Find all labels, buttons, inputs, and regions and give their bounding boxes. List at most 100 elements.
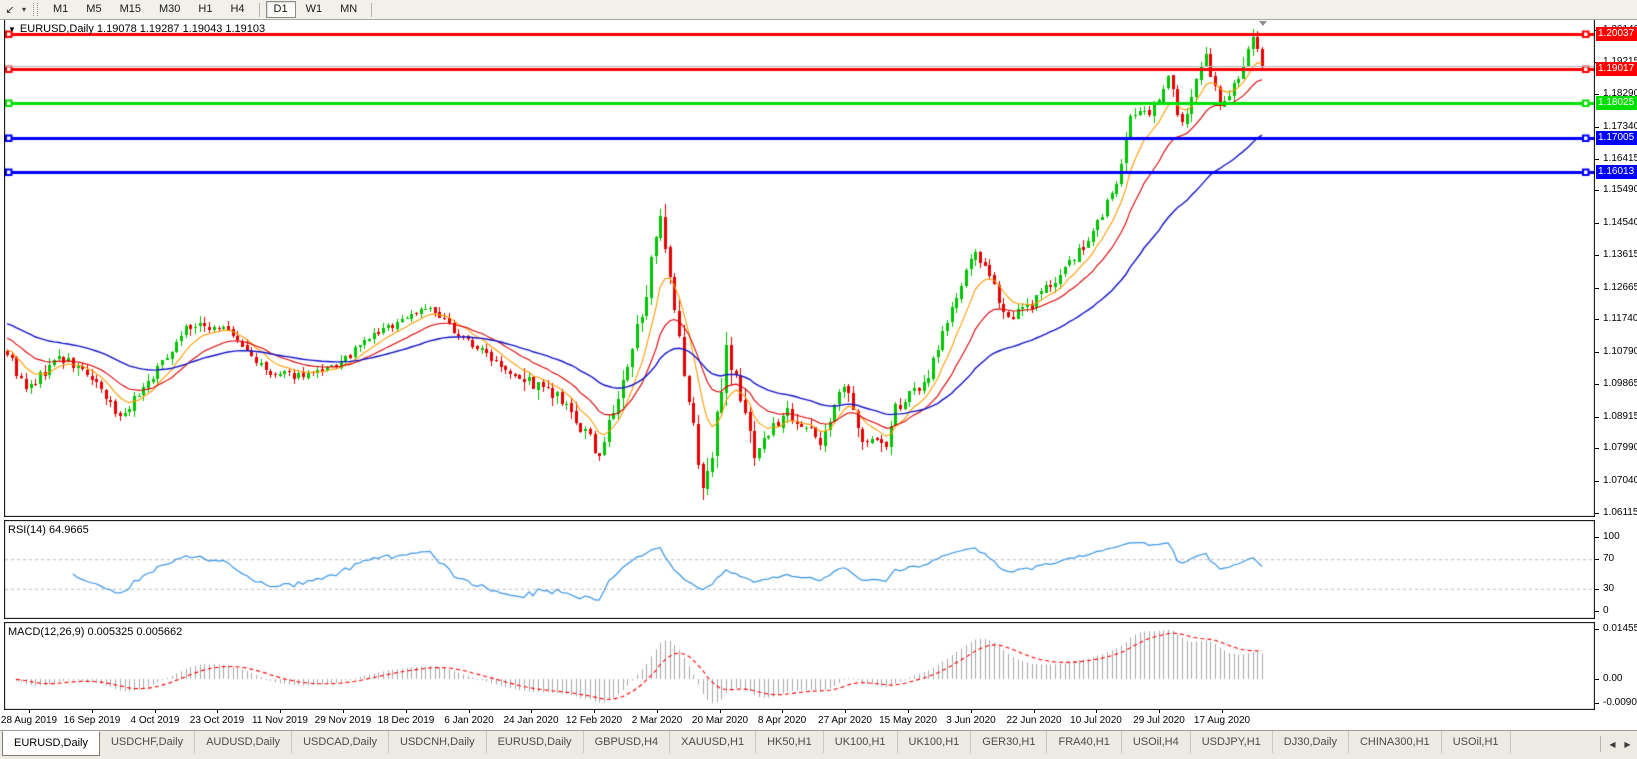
price-tick — [1595, 223, 1599, 224]
chart-tab-china300-h1[interactable]: CHINA300,H1 — [1349, 731, 1442, 753]
date-label: 16 Sep 2019 — [63, 715, 121, 726]
timeframe-button-m5[interactable]: M5 — [78, 1, 109, 18]
timeframe-button-h1[interactable]: H1 — [190, 1, 220, 18]
timeframe-button-m30[interactable]: M30 — [151, 1, 188, 18]
date-label: 8 Apr 2020 — [757, 715, 807, 726]
chart-tab-eurusd-daily[interactable]: EURUSD,Daily — [487, 731, 584, 753]
rsi-tick-label: 100 — [1603, 531, 1620, 542]
tab-scroll-right-icon[interactable]: ▶ — [1620, 735, 1635, 753]
chart-tab-usoil-h4[interactable]: USOil,H4 — [1122, 731, 1191, 753]
rsi-tick-label: 70 — [1603, 553, 1615, 564]
chart-tab-bar: EURUSD,Daily USDCHF,Daily AUDUSD,Daily USDC… — [0, 730, 1637, 759]
chart-shift-marker-icon[interactable] — [1259, 21, 1267, 26]
price-tick — [1595, 448, 1599, 449]
date-label: 17 Aug 2020 — [1193, 715, 1251, 726]
chart-tabs: EURUSD,Daily USDCHF,Daily AUDUSD,Daily USDC… — [0, 731, 1511, 756]
price-tick-label: 1.13615 — [1603, 249, 1637, 260]
price-axis[interactable]: 1.201401.192151.182901.173401.164151.154… — [1595, 20, 1637, 712]
date-tick — [92, 710, 93, 713]
rsi-tick — [1595, 559, 1599, 560]
price-tick-label: 1.16415 — [1603, 153, 1637, 164]
price-tick — [1595, 190, 1599, 191]
date-label: 22 Jun 2020 — [1006, 715, 1062, 726]
macd-indicator-pane[interactable] — [4, 622, 1595, 710]
chart-tab-ger30-h1[interactable]: GER30,H1 — [971, 731, 1048, 753]
chart-tab-hk50-h1[interactable]: HK50,H1 — [756, 731, 824, 753]
date-label: 4 Oct 2019 — [130, 715, 180, 726]
date-tick — [594, 710, 595, 713]
date-tick — [1096, 710, 1097, 713]
timeframe-button-mn[interactable]: MN — [332, 1, 365, 18]
date-label: 28 Aug 2019 — [0, 715, 58, 726]
date-tick — [217, 710, 218, 713]
macd-tick — [1595, 703, 1599, 704]
price-tick — [1595, 94, 1599, 95]
rsi-tick — [1595, 537, 1599, 538]
toolbar: ↙ ▾ M1 M5 M15 M30 H1 H4 D1 W1 MN — [0, 0, 1637, 20]
time-axis[interactable]: 28 Aug 2019 16 Sep 2019 4 Oct 2019 23 Oct 2… — [0, 710, 1637, 730]
price-tick-label: 1.10790 — [1603, 346, 1637, 357]
chart-tab-usdjpy-h1[interactable]: USDJPY,H1 — [1191, 731, 1273, 753]
hline-price-badge: 1.17005 — [1596, 131, 1637, 145]
chart-title: ▼ EURUSD,Daily 1.19078 1.19287 1.19043 1.… — [8, 23, 265, 35]
chart-tab-eurusd-daily[interactable]: EURUSD,Daily — [2, 731, 100, 756]
chart-tab-usoil-h1[interactable]: USOil,H1 — [1442, 731, 1511, 753]
date-label: 29 Nov 2019 — [314, 715, 372, 726]
chart-tab-fra40-h1[interactable]: FRA40,H1 — [1047, 731, 1122, 753]
date-tick — [531, 710, 532, 713]
price-tick-label: 1.09865 — [1603, 378, 1637, 389]
chart-tab-uk100-h1[interactable]: UK100,H1 — [824, 731, 898, 753]
timeframe-button-h4[interactable]: H4 — [222, 1, 252, 18]
date-tick — [29, 710, 30, 713]
rsi-tick — [1595, 589, 1599, 590]
rsi-tick — [1595, 611, 1599, 612]
chart-tab-audusd-daily[interactable]: AUDUSD,Daily — [195, 731, 293, 753]
macd-tick — [1595, 629, 1599, 630]
date-tick — [155, 710, 156, 713]
timeframe-button-m1[interactable]: M1 — [45, 1, 76, 18]
price-tick — [1595, 417, 1599, 418]
chart-tab-usdcad-daily[interactable]: USDCAD,Daily — [292, 731, 390, 753]
toolbar-grip — [33, 3, 38, 16]
hline-price-badge: 1.20037 — [1596, 27, 1637, 41]
chart-tab-uk100-h1[interactable]: UK100,H1 — [898, 731, 972, 753]
date-tick — [343, 710, 344, 713]
chart-tab-dj30-daily[interactable]: DJ30,Daily — [1273, 731, 1349, 753]
price-tick-label: 1.08915 — [1603, 411, 1637, 422]
chart-tab-usdchf-daily[interactable]: USDCHF,Daily — [100, 731, 196, 753]
chart-tab-gbpusd-h4[interactable]: GBPUSD,H4 — [584, 731, 671, 753]
timeframe-button-m15[interactable]: M15 — [112, 1, 149, 18]
date-tick — [406, 710, 407, 713]
date-label: 2 Mar 2020 — [631, 715, 683, 726]
rsi-tick-label: 30 — [1603, 583, 1615, 594]
macd-pane-label: MACD(12,26,9) 0.005325 0.005662 — [8, 626, 183, 638]
macd-tick-label: -0.009003 — [1603, 697, 1637, 708]
cursor-tool-icon[interactable]: ↙ — [1, 2, 19, 18]
chart-tab-usdcnh-daily[interactable]: USDCNH,Daily — [389, 731, 487, 753]
chart-tab-xauusd-h1[interactable]: XAUUSD,H1 — [670, 731, 757, 753]
date-label: 3 Jun 2020 — [946, 715, 996, 726]
price-tick — [1595, 159, 1599, 160]
timeframe-button-d1[interactable]: D1 — [265, 1, 296, 18]
tab-scroll-left-icon[interactable]: ◀ — [1605, 735, 1620, 753]
timeframe-button-w1[interactable]: W1 — [298, 1, 331, 18]
price-tick-label: 1.07040 — [1603, 475, 1637, 486]
date-label: 12 Feb 2020 — [565, 715, 623, 726]
toolbar-separator — [258, 2, 260, 17]
rsi-indicator-pane[interactable] — [4, 520, 1595, 619]
date-label: 29 Jul 2020 — [1133, 715, 1185, 726]
date-tick — [845, 710, 846, 713]
price-tick-label: 1.15490 — [1603, 184, 1637, 195]
tab-scroll-controls: ◀ ▶ — [1600, 731, 1635, 757]
date-tick — [720, 710, 721, 713]
price-tick-label: 1.06115 — [1603, 507, 1637, 518]
date-tick — [657, 710, 658, 713]
main-price-chart[interactable] — [4, 20, 1595, 517]
hline-price-badge: 1.18025 — [1596, 96, 1637, 110]
date-label: 18 Dec 2019 — [377, 715, 435, 726]
hline-price-badge: 1.19017 — [1596, 62, 1637, 76]
macd-tick-label: 0.014556 — [1603, 623, 1637, 634]
chevron-down-icon[interactable]: ▾ — [19, 5, 29, 14]
chart-title-text: EURUSD,Daily 1.19078 1.19287 1.19043 1.1… — [19, 23, 266, 35]
date-label: 20 Mar 2020 — [691, 715, 749, 726]
